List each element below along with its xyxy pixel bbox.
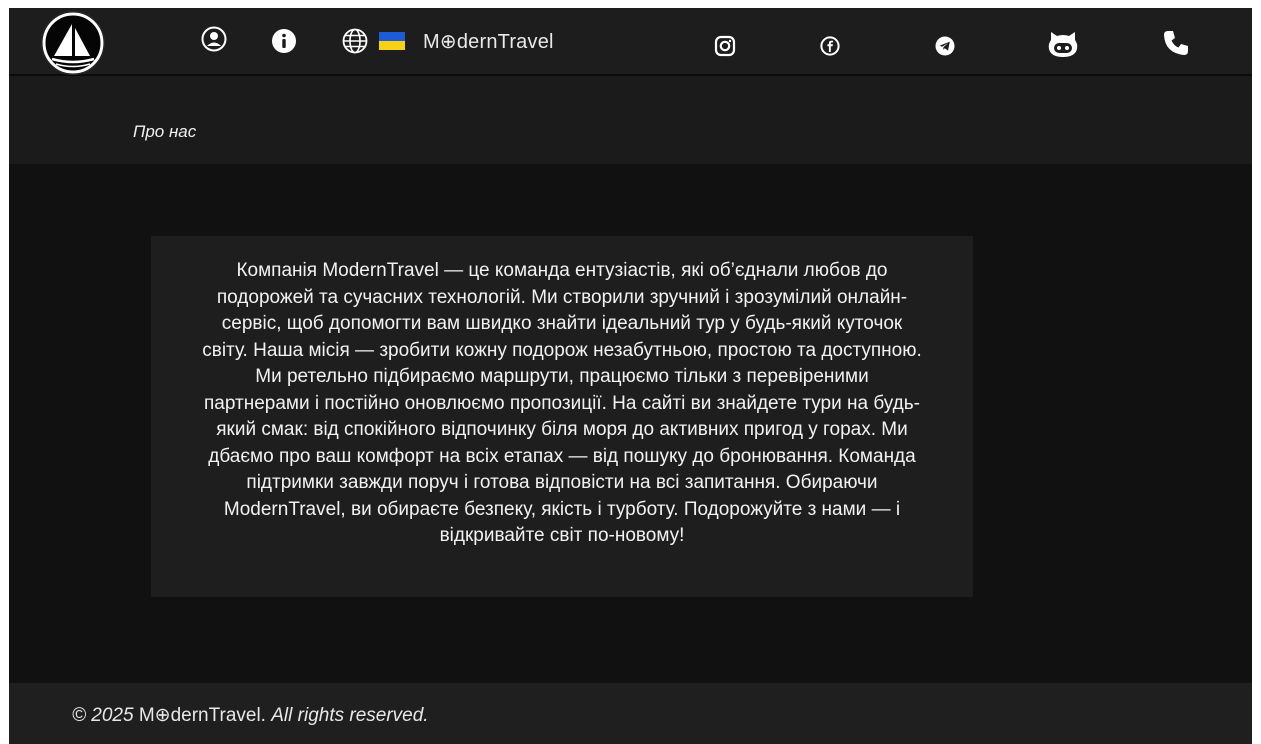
breadcrumb-bar <box>9 76 1252 164</box>
rights-reserved: All rights reserved. <box>271 705 429 726</box>
about-text: Компанія ModernTravel — це команда ентуз… <box>202 260 922 546</box>
instagram-icon[interactable] <box>714 35 736 57</box>
about-card: Компанія ModernTravel — це команда ентуз… <box>151 236 973 597</box>
breadcrumb[interactable]: Про нас <box>133 122 196 142</box>
telegram-icon[interactable] <box>935 36 955 56</box>
copyright: © 2025 M⊕dernTravel. All rights reserved… <box>72 704 429 727</box>
phone-icon[interactable] <box>1162 29 1190 57</box>
ukraine-flag-icon[interactable] <box>379 32 405 50</box>
copyright-year: © 2025 <box>72 705 134 726</box>
github-icon[interactable] <box>1047 30 1079 58</box>
footer-brand: M⊕dernTravel. <box>138 705 266 726</box>
footer: © 2025 M⊕dernTravel. All rights reserved… <box>9 683 1252 744</box>
page: M⊕dernTravel Про нас Компанія ModernTrav… <box>9 8 1252 744</box>
user-circle-icon[interactable] <box>201 26 227 52</box>
top-navbar: M⊕dernTravel <box>9 8 1252 76</box>
info-icon[interactable] <box>271 28 297 54</box>
facebook-icon[interactable] <box>820 36 840 56</box>
sailboat-logo[interactable] <box>42 12 104 74</box>
globe-icon[interactable] <box>342 28 368 54</box>
brand-name[interactable]: M⊕dernTravel <box>423 29 554 54</box>
